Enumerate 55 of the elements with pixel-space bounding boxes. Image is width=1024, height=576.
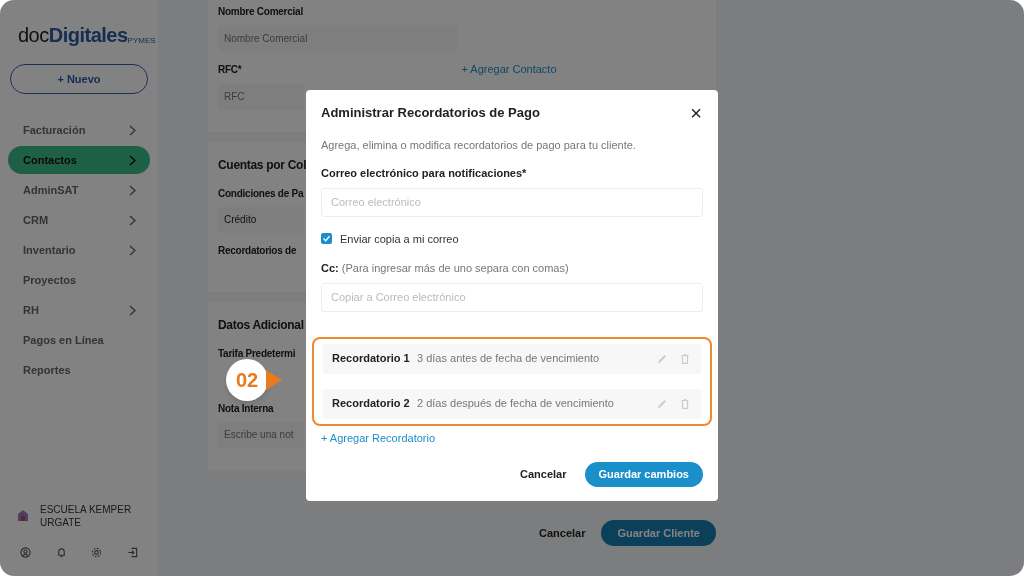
reminder-description: 2 días después de fecha de vencimiento — [417, 396, 615, 412]
field-label: RFC* — [218, 62, 242, 77]
user-icon[interactable] — [20, 547, 31, 558]
input-field[interactable]: RFC — [218, 83, 304, 110]
add-reminder-link[interactable]: + Agregar Recordatorio — [321, 429, 436, 446]
input-field[interactable]: Nombre Comercial — [218, 25, 458, 51]
field-label: Condiciones de Pa — [218, 186, 304, 201]
section-title: Datos Adicional — [218, 316, 304, 334]
reminder-name: Recordatorio 1 — [332, 351, 411, 367]
field-label: Correo electrónico para notificaciones* — [321, 166, 528, 181]
field-label: Nombre Comercial — [218, 5, 303, 19]
settings-icon[interactable] — [91, 547, 103, 558]
reminder-name: Recordatorio 2 — [332, 396, 411, 412]
chevron-right-icon — [129, 154, 136, 166]
checkbox-label: Enviar copia a mi correo — [340, 231, 459, 247]
email-field[interactable]: Correo electrónico — [321, 187, 703, 217]
chevron-right-icon — [129, 124, 136, 136]
field-label: Recordatorios de — [218, 243, 297, 258]
section-title: Cuentas por Col — [218, 156, 307, 174]
chevron-right-icon — [129, 184, 136, 196]
logout-icon[interactable] — [126, 547, 138, 558]
close-button[interactable]: × — [689, 104, 703, 121]
cancel-button[interactable]: Cancelar — [520, 466, 567, 483]
nav-item[interactable]: AdminSAT — [8, 176, 150, 204]
nav-item[interactable]: CRM — [8, 206, 150, 234]
pointer-arrow-icon — [266, 370, 282, 390]
select-field[interactable]: Crédito — [218, 206, 304, 233]
step-number: 02 — [235, 368, 259, 393]
cc-email-field[interactable]: Copiar a Correo electrónico — [321, 282, 703, 312]
dialog-title: Administrar Recordatorios de Pago — [321, 104, 540, 122]
cancel-button[interactable]: Cancelar — [539, 524, 586, 542]
nav-item[interactable]: Facturación — [8, 116, 150, 144]
save-changes-button[interactable]: Guardar cambios — [584, 462, 703, 487]
nav-item[interactable]: Reportes — [8, 356, 150, 384]
user-name: ESCUELA KEMPER URGATE — [40, 503, 133, 529]
nav-item[interactable]: RH — [8, 296, 150, 324]
add-contact-link[interactable]: + Agregar Contacto — [461, 61, 557, 78]
school-logo-icon — [16, 509, 30, 523]
input-field[interactable]: Escribe una not — [218, 421, 304, 448]
field-label: Nota Interna — [218, 401, 274, 416]
chevron-right-icon — [129, 244, 136, 256]
chevron-right-icon — [129, 214, 136, 226]
nav-item[interactable]: Pagos en Línea — [8, 326, 150, 354]
dialog-description: Agrega, elimina o modifica recordatorios de pago para tu cliente. — [321, 137, 637, 153]
nav-item[interactable]: Proyectos — [8, 266, 150, 294]
chevron-right-icon — [129, 304, 136, 316]
field-label: Tarifa Predetermi — [218, 346, 296, 361]
cc-label: Cc: (Para ingresar más de uno separa con comas) — [321, 261, 570, 276]
reminder-description: 3 días antes de fecha de vencimiento — [417, 351, 601, 367]
nav-item[interactable]: Contactos — [8, 146, 150, 174]
bell-icon[interactable] — [55, 547, 67, 558]
save-client-button[interactable]: Guardar Cliente — [601, 520, 716, 546]
app-logo: docDigitalesPYMES — [17, 23, 157, 48]
nav-item[interactable]: Inventario — [8, 236, 150, 264]
checkbox[interactable] — [321, 233, 332, 245]
